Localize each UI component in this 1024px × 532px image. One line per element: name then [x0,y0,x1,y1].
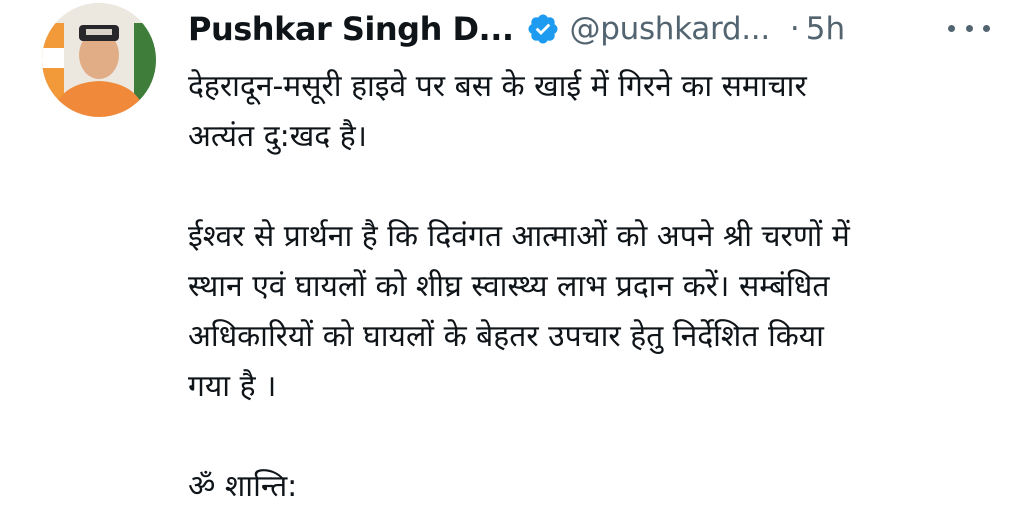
more-options-icon[interactable] [948,12,990,44]
tweet-line: अत्यंत दु:खद है। [188,119,367,154]
tweet-line: अधिकारियों को घायलों के बेहतर उपचार हेतु… [188,319,824,354]
verified-badge-icon [526,12,560,46]
author-handle[interactable]: @pushkard... [570,11,771,47]
more-dot [948,24,955,32]
avatar-image [42,3,156,117]
tweet-card[interactable]: Pushkar Singh D... @pushkard... · 5h देह… [0,0,1024,532]
more-dot [965,24,973,32]
tweet-line: ईश्वर से प्रार्थना है कि दिवंगत आत्माओं … [188,219,850,254]
tweet-timestamp[interactable]: 5h [806,11,845,47]
tweet-line: ॐ शान्ति: [188,469,298,504]
tweet-header: Pushkar Singh D... @pushkard... · 5h [188,4,845,54]
separator-dot: · [789,11,800,47]
tweet-line: स्थान एवं घायलों को शीघ्र स्वास्थ्य लाभ … [188,269,830,304]
tweet-line: देहरादून-मसूरी हाइवे पर बस के खाई में गि… [188,69,807,104]
tweet-text: देहरादून-मसूरी हाइवे पर बस के खाई में गि… [188,62,998,512]
author-name[interactable]: Pushkar Singh D... [188,10,514,48]
tweet-line: गया है । [188,369,277,404]
more-dot [983,24,990,32]
profile-avatar[interactable] [42,3,156,117]
